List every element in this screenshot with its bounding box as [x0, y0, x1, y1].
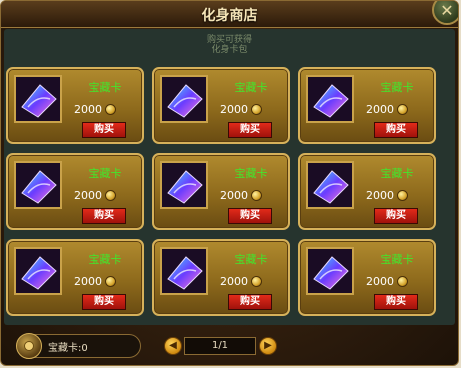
shop-item-card: 宝藏卡 2000 购买 [152, 153, 290, 230]
buy-button[interactable]: 购买 [228, 122, 272, 138]
gold-coin-icon [397, 276, 408, 287]
price-row: 2000 [74, 99, 116, 116]
wallet-balance: 宝藏卡:0 [48, 343, 88, 354]
treasure-card-icon[interactable] [306, 247, 354, 295]
price-row: 2000 [220, 185, 262, 202]
item-price: 2000 [220, 188, 248, 202]
next-page-button[interactable]: ▶ [259, 337, 277, 355]
treasure-card-icon[interactable] [160, 247, 208, 295]
panel-subtitle: 购买可获得 化身卡包 [4, 35, 455, 55]
shop-item-card: 宝藏卡 2000 购买 [152, 67, 290, 144]
item-name: 宝藏卡 [234, 81, 268, 94]
item-price: 2000 [366, 102, 394, 116]
shop-window: 化身商店 ✕ 购买可获得 化身卡包 宝藏卡 2000 购买 宝藏卡 2000 购… [0, 0, 459, 366]
shop-item-card: 宝藏卡 2000 购买 [6, 239, 144, 316]
shop-item-card: 宝藏卡 2000 购买 [298, 239, 436, 316]
item-name: 宝藏卡 [88, 167, 122, 180]
gold-coin-icon [397, 104, 408, 115]
item-name: 宝藏卡 [234, 167, 268, 180]
buy-button[interactable]: 购买 [228, 294, 272, 310]
buy-button[interactable]: 购买 [228, 208, 272, 224]
price-row: 2000 [366, 271, 408, 288]
item-price: 2000 [74, 102, 102, 116]
shop-item-card: 宝藏卡 2000 购买 [152, 239, 290, 316]
item-name: 宝藏卡 [234, 253, 268, 266]
item-price: 2000 [74, 188, 102, 202]
shop-item-card: 宝藏卡 2000 购买 [298, 67, 436, 144]
gold-coin-icon [251, 190, 262, 201]
shop-footer: 宝藏卡:0 ◀ 1/1 ▶ [1, 327, 458, 365]
gold-coin-icon [251, 104, 262, 115]
price-row: 2000 [74, 185, 116, 202]
shop-item-card: 宝藏卡 2000 购买 [298, 153, 436, 230]
buy-button[interactable]: 购买 [82, 122, 126, 138]
item-name: 宝藏卡 [380, 167, 414, 180]
shop-item-card: 宝藏卡 2000 购买 [6, 153, 144, 230]
buy-button[interactable]: 购买 [374, 294, 418, 310]
prev-page-button[interactable]: ◀ [164, 337, 182, 355]
treasure-card-icon[interactable] [14, 75, 62, 123]
gold-coin-icon [105, 190, 116, 201]
item-name: 宝藏卡 [88, 81, 122, 94]
buy-button[interactable]: 购买 [374, 208, 418, 224]
item-price: 2000 [220, 274, 248, 288]
buy-button[interactable]: 购买 [82, 208, 126, 224]
item-name: 宝藏卡 [380, 253, 414, 266]
gold-coin-icon [397, 190, 408, 201]
price-row: 2000 [220, 271, 262, 288]
treasure-card-icon[interactable] [306, 161, 354, 209]
item-price: 2000 [220, 102, 248, 116]
gold-coin-icon [105, 276, 116, 287]
panel-subtitle-line1: 购买可获得 [206, 35, 252, 45]
item-price: 2000 [366, 274, 394, 288]
price-row: 2000 [220, 99, 262, 116]
page-indicator: 1/1 [184, 337, 256, 355]
wallet-display: 宝藏卡:0 [16, 333, 141, 359]
window-title: 化身商店 [201, 8, 258, 24]
gold-coin-icon [105, 104, 116, 115]
buy-button[interactable]: 购买 [374, 122, 418, 138]
buy-button[interactable]: 购买 [82, 294, 126, 310]
treasure-card-icon[interactable] [160, 161, 208, 209]
panel-subtitle-line2: 化身卡包 [211, 45, 248, 55]
item-price: 2000 [366, 188, 394, 202]
title-bar: 化身商店 [1, 1, 458, 28]
treasure-card-icon[interactable] [14, 161, 62, 209]
item-name: 宝藏卡 [380, 81, 414, 94]
treasure-card-icon[interactable] [306, 75, 354, 123]
treasure-card-icon[interactable] [14, 247, 62, 295]
price-row: 2000 [366, 99, 408, 116]
price-row: 2000 [366, 185, 408, 202]
item-price: 2000 [74, 274, 102, 288]
price-row: 2000 [74, 271, 116, 288]
treasure-coin-icon [16, 333, 42, 359]
shop-item-card: 宝藏卡 2000 购买 [6, 67, 144, 144]
gold-coin-icon [251, 276, 262, 287]
item-name: 宝藏卡 [88, 253, 122, 266]
item-grid-panel: 购买可获得 化身卡包 宝藏卡 2000 购买 宝藏卡 2000 购买 宝藏卡 2… [4, 29, 455, 325]
treasure-card-icon[interactable] [160, 75, 208, 123]
